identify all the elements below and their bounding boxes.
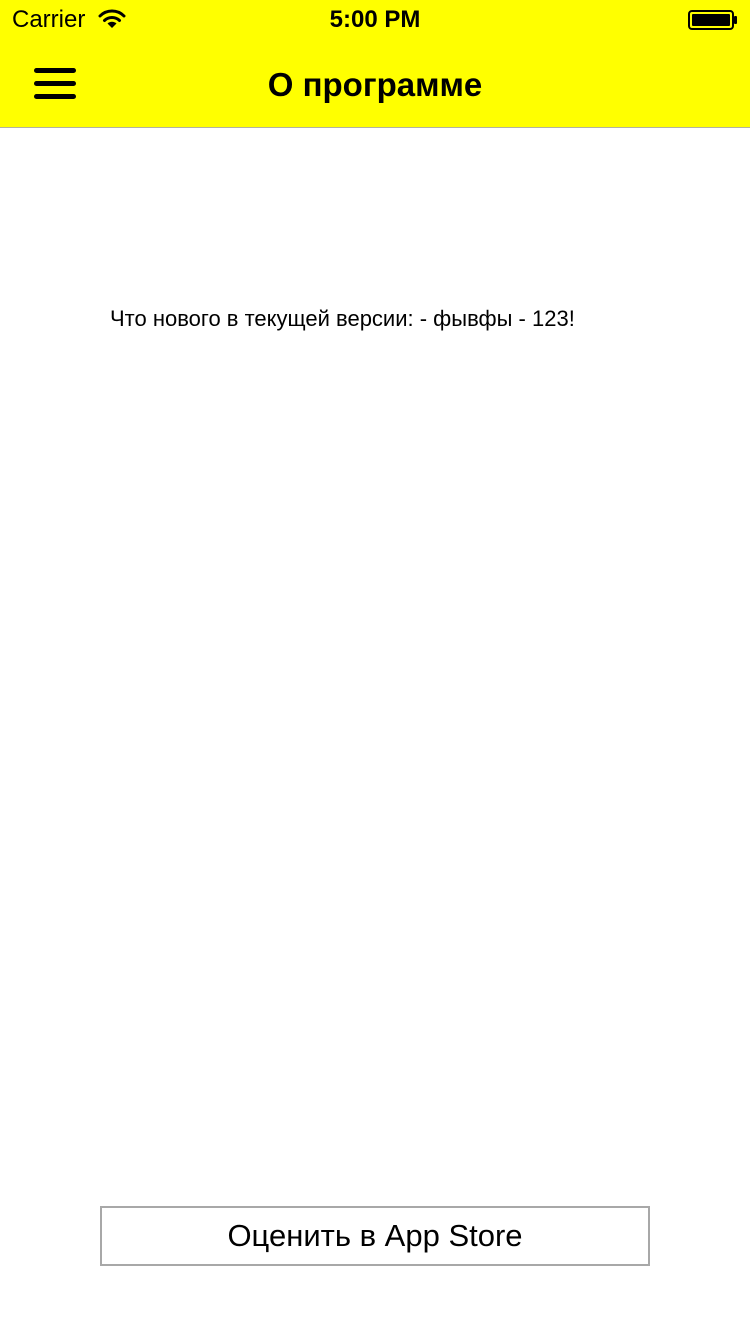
- status-time: 5:00 PM: [329, 6, 421, 33]
- page-title: О программе: [267, 66, 483, 103]
- battery-full-icon: [688, 10, 737, 30]
- menu-button[interactable]: [24, 60, 86, 108]
- top-bar: Carrier 5:00 PM О программе: [0, 0, 750, 128]
- rate-app-store-button[interactable]: Оценить в App Store: [100, 1206, 650, 1266]
- about-screen: Carrier 5:00 PM О программе Что нового в…: [0, 0, 750, 1334]
- whats-new-text: Что нового в текущей версии: - фывфы - 1…: [110, 306, 575, 331]
- hamburger-menu-icon: [34, 68, 76, 99]
- status-bar: Carrier 5:00 PM: [0, 0, 750, 40]
